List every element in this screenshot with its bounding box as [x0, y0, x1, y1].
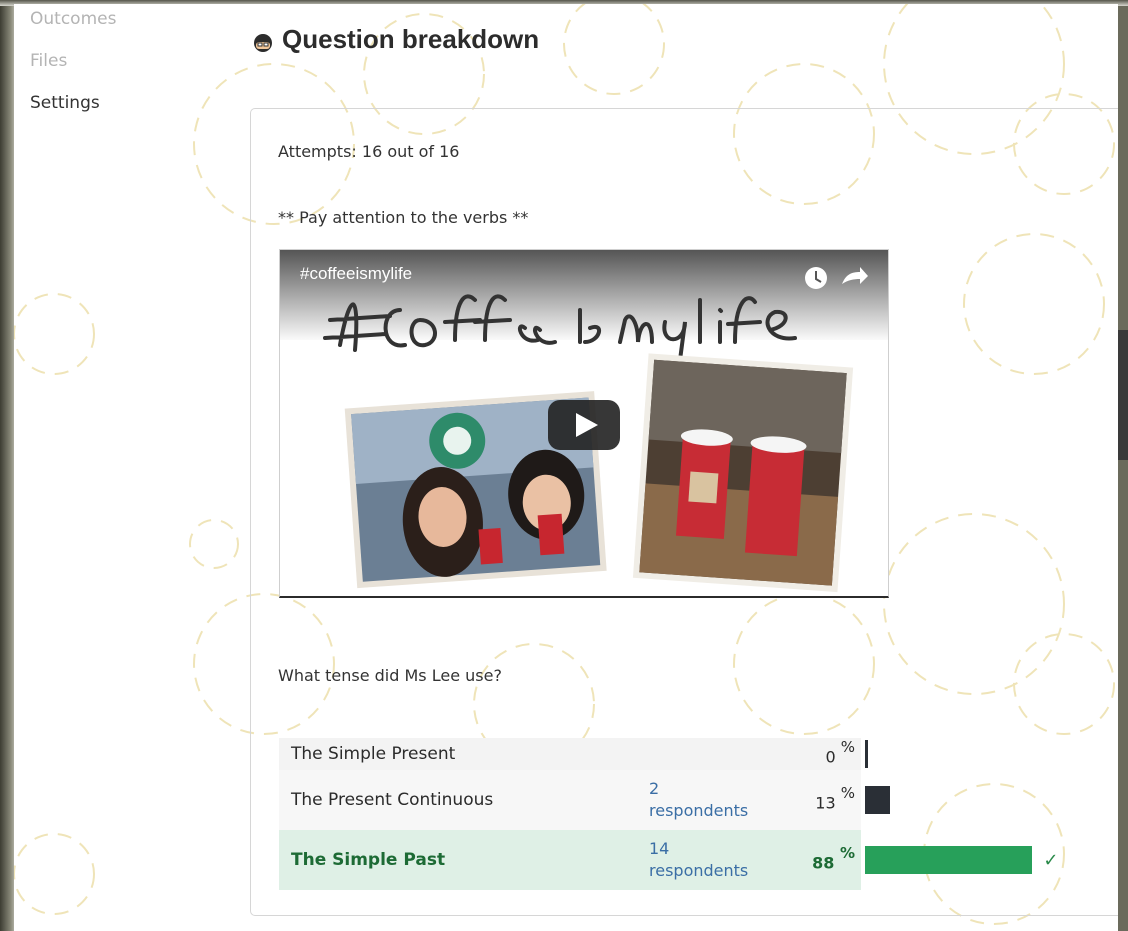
- answer-label: The Simple Past: [279, 830, 635, 890]
- percent-value: 0: [825, 747, 836, 767]
- answer-row: The Present Continuous 2 respondents 13 …: [279, 770, 1065, 830]
- video-thumbnail: [280, 250, 888, 596]
- respondents-link[interactable]: 14 respondents: [635, 830, 779, 890]
- sidebar-item-settings[interactable]: Settings: [30, 92, 180, 114]
- question-hint: ** Pay attention to the verbs **: [278, 208, 529, 227]
- correct-check-icon: ✓: [1043, 849, 1059, 871]
- answer-row-correct: The Simple Past 14 respondents 88 % ✓: [279, 830, 1065, 890]
- answer-label: The Present Continuous: [279, 770, 635, 830]
- answer-bar-cell: [861, 770, 1065, 830]
- attempts-count: Attempts: 16 out of 16: [278, 142, 460, 161]
- percent-sign: %: [839, 843, 855, 862]
- percent-value: 13: [815, 793, 836, 813]
- quiz-face-icon: [252, 29, 274, 52]
- respondents-count[interactable]: 2: [649, 779, 659, 798]
- respondents-label[interactable]: respondents: [649, 861, 748, 880]
- answer-bar-cell: [861, 738, 1065, 770]
- answer-bar: [865, 786, 890, 814]
- answer-bar: [865, 740, 868, 768]
- play-icon[interactable]: [548, 400, 620, 450]
- respondents-count[interactable]: 14: [649, 839, 669, 858]
- clock-icon[interactable]: [805, 267, 827, 289]
- answer-percent: 0 %: [779, 738, 861, 770]
- answer-percent: 88 %: [779, 830, 861, 890]
- window-edge-right: [1118, 330, 1128, 460]
- video-embed[interactable]: #coffeeismylife: [279, 249, 889, 598]
- respondents-link: [635, 738, 779, 770]
- sidebar-item-files[interactable]: Files: [30, 50, 180, 72]
- answer-row: The Simple Present 0 %: [279, 738, 1065, 770]
- question-text: What tense did Ms Lee use?: [278, 666, 502, 685]
- answer-label: The Simple Present: [279, 738, 635, 770]
- page-title: Question breakdown: [252, 24, 539, 55]
- respondents-label[interactable]: respondents: [649, 801, 748, 820]
- percent-value: 88: [812, 853, 835, 873]
- quiz-stats-page: Outcomes Files Settings Question breakdo…: [14, 4, 1118, 931]
- percent-sign: %: [840, 783, 855, 802]
- answer-percent: 13 %: [779, 770, 861, 830]
- percent-sign: %: [840, 737, 855, 756]
- answer-breakdown-table: The Simple Present 0 % The Present Conti…: [279, 738, 1065, 890]
- respondents-link[interactable]: 2 respondents: [635, 770, 779, 830]
- course-sidebar: Outcomes Files Settings: [30, 8, 180, 134]
- answer-bar-cell: ✓: [861, 830, 1065, 890]
- sidebar-item-outcomes[interactable]: Outcomes: [30, 8, 180, 30]
- video-title[interactable]: #coffeeismylife: [300, 264, 412, 284]
- page-title-text: Question breakdown: [282, 24, 540, 54]
- answer-bar: [865, 846, 1032, 874]
